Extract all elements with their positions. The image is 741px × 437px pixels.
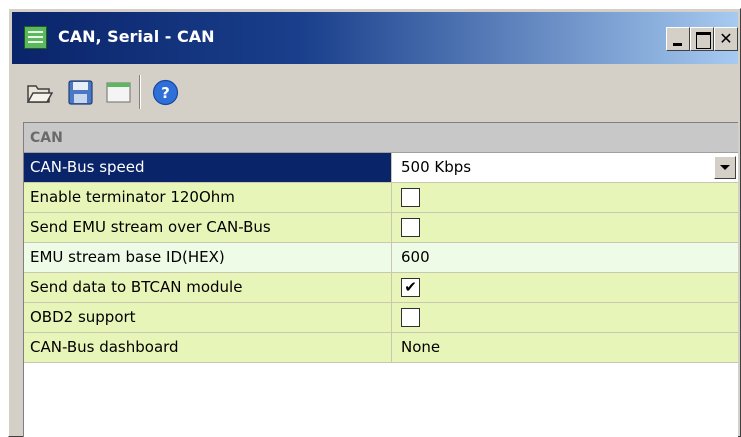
enable-terminator-checkbox[interactable] <box>401 188 420 207</box>
row-value: ✔ <box>393 273 738 302</box>
row-label: Enable terminator 120Ohm <box>24 183 392 212</box>
row-send-data-btcan[interactable]: Send data to BTCAN module ✔ <box>24 273 738 303</box>
chevron-down-icon[interactable] <box>714 156 736 179</box>
dropdown-value: 500 Kbps <box>401 158 472 176</box>
can-bus-dashboard-value[interactable]: None <box>393 333 738 362</box>
folder-open-icon[interactable] <box>26 79 54 106</box>
maximize-button[interactable] <box>690 27 714 51</box>
row-label: CAN-Bus speed <box>24 153 392 182</box>
row-label: Send data to BTCAN module <box>24 273 392 302</box>
row-can-bus-dashboard[interactable]: CAN-Bus dashboard None <box>24 333 738 363</box>
help-icon[interactable]: ? <box>152 79 179 106</box>
row-emu-stream-base-id[interactable]: EMU stream base ID(HEX) 600 <box>24 243 738 273</box>
toolbar: ? <box>12 65 738 121</box>
help-glyph: ? <box>161 84 170 102</box>
row-label: CAN-Bus dashboard <box>24 333 392 362</box>
row-can-bus-speed[interactable]: CAN-Bus speed 500 Kbps <box>24 153 738 183</box>
grid-empty-area <box>24 421 738 437</box>
obd2-support-checkbox[interactable] <box>401 308 420 327</box>
can-serial-window: CAN, Serial - CAN ✕ ? CAN CAN-Bus speed … <box>8 8 741 437</box>
send-data-btcan-checkbox[interactable]: ✔ <box>401 278 420 297</box>
row-label: EMU stream base ID(HEX) <box>24 243 392 272</box>
row-enable-terminator[interactable]: Enable terminator 120Ohm <box>24 183 738 213</box>
title-bar[interactable]: CAN, Serial - CAN ✕ <box>12 12 738 64</box>
window-view-icon[interactable] <box>105 79 132 106</box>
row-label: Send EMU stream over CAN-Bus <box>24 213 392 242</box>
minimize-button[interactable] <box>666 27 690 51</box>
close-button[interactable]: ✕ <box>714 27 738 51</box>
group-header-can: CAN <box>24 123 738 153</box>
row-obd2-support[interactable]: OBD2 support <box>24 303 738 333</box>
row-value <box>393 213 738 242</box>
row-value <box>393 183 738 212</box>
property-grid: CAN CAN-Bus speed 500 Kbps Enable termin… <box>23 122 738 437</box>
row-value <box>393 303 738 332</box>
can-bus-speed-dropdown[interactable]: 500 Kbps <box>393 153 738 182</box>
app-table-icon <box>24 26 47 49</box>
send-emu-stream-checkbox[interactable] <box>401 218 420 237</box>
window-title: CAN, Serial - CAN <box>58 27 215 46</box>
emu-stream-base-id-field[interactable]: 600 <box>393 243 738 272</box>
toolbar-separator <box>139 75 141 109</box>
floppy-save-icon[interactable] <box>67 79 94 106</box>
row-send-emu-stream[interactable]: Send EMU stream over CAN-Bus <box>24 213 738 243</box>
row-label: OBD2 support <box>24 303 392 332</box>
